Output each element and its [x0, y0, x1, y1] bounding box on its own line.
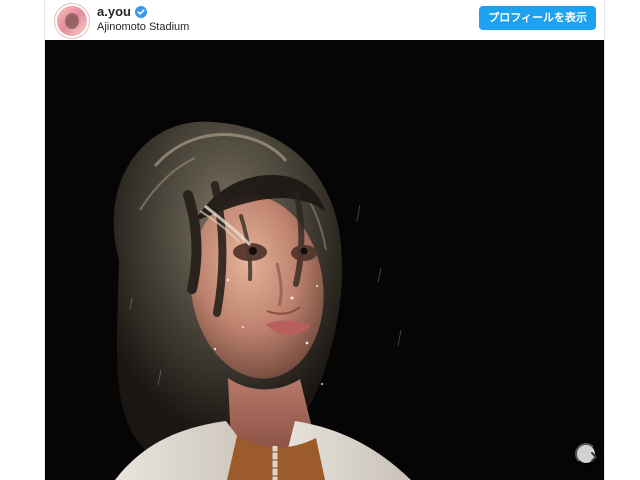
- performer-photo: [45, 40, 604, 480]
- location-link[interactable]: Ajinomoto Stadium: [97, 22, 189, 33]
- instagram-embed: a.you Ajinomoto Stadium プロフィールを表示: [44, 0, 605, 480]
- view-profile-button[interactable]: プロフィールを表示: [479, 6, 596, 30]
- profile-avatar[interactable]: [55, 4, 89, 38]
- chevron-right-icon: [591, 452, 597, 462]
- user-info: a.you Ajinomoto Stadium: [97, 5, 189, 33]
- post-photo[interactable]: [45, 40, 604, 480]
- post-header: a.you Ajinomoto Stadium プロフィールを表示: [45, 0, 604, 40]
- verified-badge-icon: [134, 5, 147, 18]
- username[interactable]: a.you: [97, 5, 131, 18]
- next-photo-button[interactable]: [575, 443, 597, 465]
- username-row: a.you: [97, 5, 189, 18]
